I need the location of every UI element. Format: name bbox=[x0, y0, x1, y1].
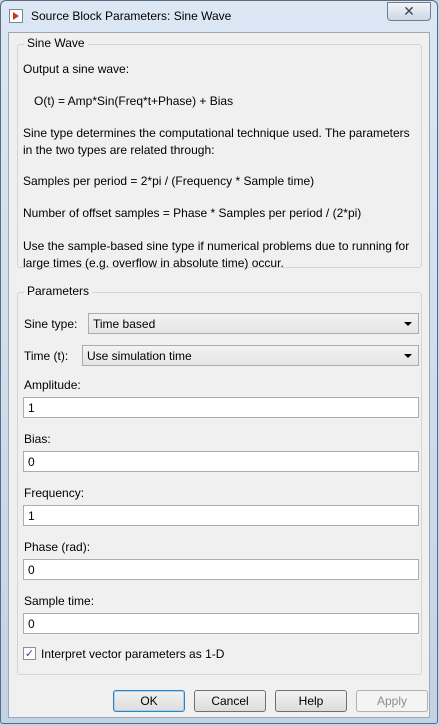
chevron-down-icon bbox=[404, 354, 412, 358]
sample-time-field[interactable]: 0 bbox=[23, 613, 419, 634]
dialog-window: Source Block Parameters: Sine Wave ✕ Sin… bbox=[0, 0, 438, 724]
phase-label: Phase (rad): bbox=[24, 540, 91, 554]
ok-button[interactable]: OK bbox=[113, 690, 185, 712]
time-select[interactable]: Use simulation time bbox=[82, 345, 419, 366]
interpret-vector-label[interactable]: Interpret vector parameters as 1-D bbox=[41, 647, 224, 661]
sample-time-label: Sample time: bbox=[24, 594, 95, 608]
window-title: Source Block Parameters: Sine Wave bbox=[31, 9, 232, 23]
sine-type-value: Time based bbox=[93, 317, 156, 331]
frequency-field[interactable]: 1 bbox=[23, 505, 419, 526]
group-title-sine-wave: Sine Wave bbox=[24, 36, 88, 50]
description-sample-based: Use the sample-based sine type if numeri… bbox=[23, 239, 410, 270]
description-sine-type: Sine type determines the computational t… bbox=[23, 126, 410, 157]
parameters-group: Parameters Sine type: Time based Time (t… bbox=[17, 284, 422, 675]
help-button[interactable]: Help bbox=[275, 690, 347, 712]
title-bar[interactable]: Source Block Parameters: Sine Wave ✕ bbox=[1, 1, 437, 33]
sine-type-select[interactable]: Time based bbox=[88, 313, 419, 334]
phase-field[interactable]: 0 bbox=[23, 559, 419, 580]
description-line-output: Output a sine wave: bbox=[23, 62, 130, 76]
amplitude-label: Amplitude: bbox=[24, 378, 81, 392]
simulink-block-icon bbox=[9, 9, 23, 23]
dialog-content: Sine Wave Output a sine wave: O(t) = Amp… bbox=[8, 32, 430, 718]
block-description-group: Sine Wave Output a sine wave: O(t) = Amp… bbox=[17, 36, 422, 270]
bias-label: Bias: bbox=[24, 432, 51, 446]
apply-button[interactable]: Apply bbox=[356, 690, 428, 712]
description-equation: O(t) = Amp*Sin(Freq*t+Phase) + Bias bbox=[34, 94, 234, 108]
chevron-down-icon bbox=[404, 322, 412, 326]
description-offset-samples: Number of offset samples = Phase * Sampl… bbox=[23, 206, 362, 220]
group-title-parameters: Parameters bbox=[24, 284, 93, 298]
interpret-vector-checkbox[interactable]: ✓ bbox=[23, 647, 36, 660]
bias-field[interactable]: 0 bbox=[23, 451, 419, 472]
frequency-label: Frequency: bbox=[24, 486, 85, 500]
close-button[interactable]: ✕ bbox=[387, 2, 431, 21]
cancel-button[interactable]: Cancel bbox=[194, 690, 266, 712]
time-value: Use simulation time bbox=[87, 349, 192, 363]
amplitude-field[interactable]: 1 bbox=[23, 397, 419, 418]
sine-type-label: Sine type: bbox=[24, 317, 78, 331]
time-label: Time (t): bbox=[24, 349, 69, 363]
description-samples-per-period: Samples per period = 2*pi / (Frequency *… bbox=[23, 174, 315, 188]
